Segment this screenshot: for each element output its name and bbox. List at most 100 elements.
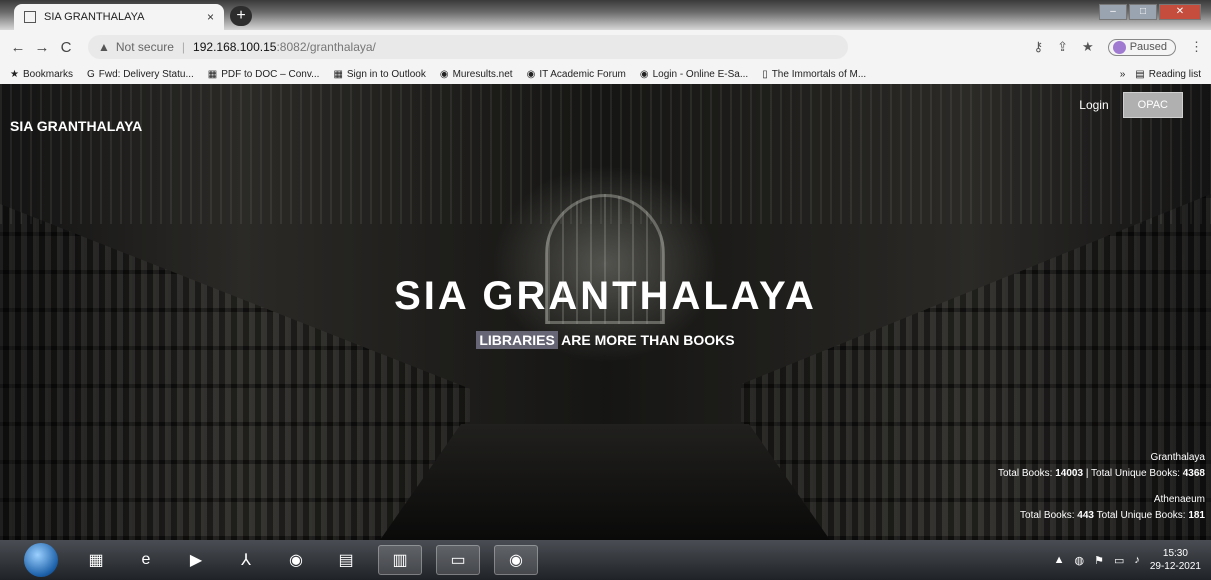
tab-close-icon[interactable]: ×	[207, 10, 214, 24]
bookmark-label: Login - Online E-Sa...	[652, 68, 749, 80]
total-books-label: Total Books:	[997, 468, 1056, 479]
microsoft-icon: ▦	[333, 68, 343, 80]
maximize-button[interactable]: □	[1129, 4, 1157, 20]
globe-icon: ◉	[639, 68, 649, 80]
opac-button[interactable]: OPAC	[1122, 92, 1183, 118]
bookmarks-bar: ★ Bookmarks G Fwd: Delivery Statu... ▦ PDF …	[0, 64, 1211, 84]
google-icon: G	[86, 68, 95, 80]
url-host: 192.168.100.15	[193, 40, 277, 54]
bookmark-item[interactable]: ▦ Sign in to Outlook	[333, 69, 425, 80]
avatar	[1112, 40, 1126, 54]
network-icon[interactable]: ◍	[1074, 554, 1084, 567]
bookmark-item[interactable]: ◉ Login - Online E-Sa...	[640, 69, 748, 80]
key-icon[interactable]: ⚷	[1034, 39, 1044, 55]
site-brand[interactable]: SIA GRANTHALAYA	[10, 118, 142, 134]
profile-status: Paused	[1129, 41, 1167, 53]
hero-section: SIA GRANTHALAYA Login OPAC SIA GRANTHALA…	[0, 84, 1211, 540]
browser-tab[interactable]: SIA GRANTHALAYA ×	[14, 4, 224, 30]
bookmarks-bar-right: » ▤ Reading list	[1120, 69, 1201, 80]
bookmark-item[interactable]: G Fwd: Delivery Statu...	[87, 69, 194, 80]
hero-tagline: LIBRARIES ARE MORE THAN BOOKS	[0, 331, 1211, 349]
browser-tab-strip: SIA GRANTHALAYA × + – □ ✕	[0, 0, 1211, 30]
security-label[interactable]: Not secure	[116, 40, 174, 54]
volume-icon[interactable]: ♪	[1134, 554, 1140, 566]
star-icon: ★	[10, 68, 19, 80]
menu-icon[interactable]: ⋮	[1190, 39, 1203, 55]
bookmark-label: The Immortals of M...	[771, 68, 867, 80]
bookmark-item[interactable]: ▯ The Immortals of M...	[762, 69, 866, 80]
stats-group: Granthalaya Total Books: 14003 | Total U…	[998, 450, 1205, 482]
warning-icon[interactable]: ▲	[98, 40, 110, 54]
unique-books-label: Total Unique Books:	[1091, 468, 1183, 479]
library-stats: Granthalaya Total Books: 14003 | Total U…	[998, 450, 1205, 534]
hero-title: SIA GRANTHALAYA	[394, 274, 817, 318]
share-icon[interactable]: ⇪	[1057, 39, 1068, 55]
tab-title: SIA GRANTHALAYA	[44, 11, 145, 23]
total-books-value: 14003	[1055, 468, 1084, 479]
page-favicon-icon	[24, 11, 36, 23]
toolbar-right: ⚷ ⇪ ★ Paused ⋮	[1034, 38, 1203, 56]
os-taskbar: ▦ e ▶ ⅄ ◉ ▤ ▥ ▭ ◉ ▲ ◍ ⚑ ▭ ♪ 15:30 29-12-…	[0, 540, 1211, 580]
bookmark-label: Muresults.net	[452, 68, 513, 80]
bookmark-star-icon[interactable]: ★	[1082, 39, 1094, 55]
media-player-icon[interactable]: ▶	[178, 545, 214, 575]
bookmark-item[interactable]: ◉ IT Academic Forum	[527, 69, 626, 80]
unique-books-value: 181	[1188, 510, 1205, 521]
clock[interactable]: 15:30 29-12-2021	[1150, 547, 1201, 573]
server-manager-icon[interactable]: ▦	[78, 545, 114, 575]
acrobat-icon[interactable]: ⅄	[228, 545, 264, 575]
address-toolbar: ← → C ▲ Not secure | 192.168.100.15 :808…	[0, 30, 1211, 64]
reading-list-icon: ▤	[1135, 68, 1145, 80]
tagline-highlight: LIBRARIES	[476, 331, 558, 349]
bookmark-item[interactable]: ◉ Muresults.net	[440, 69, 513, 80]
tray-expand-icon[interactable]: ▲	[1054, 554, 1065, 566]
total-books-label: Total Books:	[1020, 510, 1078, 521]
file-icon[interactable]: ▤	[328, 545, 364, 575]
system-tray: ▲ ◍ ⚑ ▭ ♪ 15:30 29-12-2021	[1054, 547, 1211, 573]
forward-arrow-icon[interactable]: →	[32, 39, 52, 56]
display-icon[interactable]: ▭	[1114, 554, 1124, 567]
omnibox-divider: |	[181, 40, 186, 54]
reading-list-label: Reading list	[1148, 68, 1201, 80]
total-books-value: 443	[1077, 510, 1094, 521]
minimize-button[interactable]: –	[1099, 4, 1127, 20]
site-nav: Login OPAC	[1079, 92, 1183, 118]
unique-books-value: 4368	[1182, 468, 1205, 479]
globe-icon: ◉	[526, 68, 536, 80]
bookmark-label: Fwd: Delivery Statu...	[98, 68, 194, 80]
tagline-rest: ARE MORE THAN BOOKS	[557, 332, 735, 348]
reading-list-button[interactable]: ▤ Reading list	[1135, 69, 1201, 80]
stats-separator: |	[1083, 468, 1092, 479]
bookmark-label: Sign in to Outlook	[346, 68, 426, 80]
chrome-icon[interactable]: ◉	[278, 545, 314, 575]
bookmark-item[interactable]: ★ Bookmarks	[10, 69, 73, 80]
bookmark-item[interactable]: ▦ PDF to DOC – Conv...	[208, 69, 320, 80]
bookmark-label: PDF to DOC – Conv...	[221, 68, 320, 80]
globe-icon: ◉	[439, 68, 449, 80]
profile-button[interactable]: Paused	[1107, 38, 1176, 56]
library-name: Granthalaya	[1150, 452, 1205, 463]
pdf-icon: ▦	[207, 68, 218, 80]
login-link[interactable]: Login	[1079, 98, 1108, 112]
internet-explorer-icon[interactable]: e	[128, 545, 164, 575]
new-tab-button[interactable]: +	[230, 6, 252, 26]
bookmark-icon: ▯	[762, 68, 768, 80]
bookmark-label: Bookmarks	[22, 68, 73, 80]
start-button[interactable]	[24, 543, 58, 577]
flag-icon[interactable]: ⚑	[1094, 554, 1104, 567]
chrome-active-icon[interactable]: ◉	[494, 545, 538, 575]
stats-group: Athenaeum Total Books: 443 Total Unique …	[998, 492, 1205, 524]
explorer-icon[interactable]: ▭	[436, 545, 480, 575]
address-bar[interactable]: ▲ Not secure | 192.168.100.15 :8082/gran…	[88, 35, 848, 59]
library-name: Athenaeum	[1153, 494, 1205, 505]
reload-icon[interactable]: C	[56, 39, 76, 56]
more-bookmarks-icon[interactable]: »	[1120, 69, 1126, 80]
unique-books-label: Total Unique Books:	[1096, 510, 1189, 521]
back-arrow-icon[interactable]: ←	[8, 39, 28, 56]
window-controls: – □ ✕	[1099, 4, 1201, 20]
teams-icon[interactable]: ▥	[378, 545, 422, 575]
clock-time: 15:30	[1162, 548, 1188, 559]
window-close-button[interactable]: ✕	[1159, 4, 1201, 20]
clock-date: 29-12-2021	[1149, 561, 1201, 572]
url-path: :8082/granthalaya/	[276, 40, 376, 54]
